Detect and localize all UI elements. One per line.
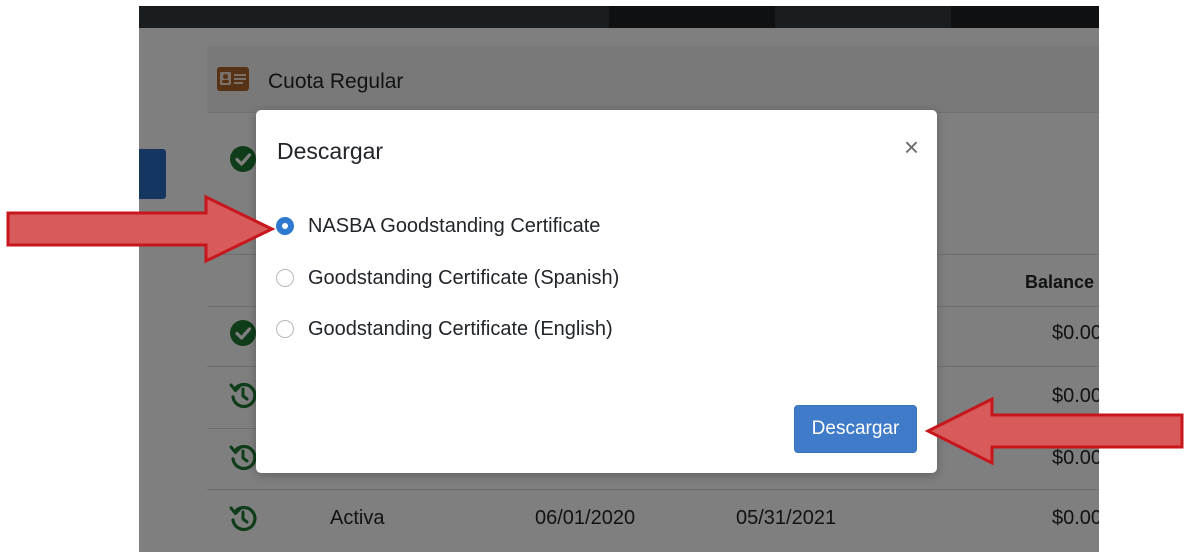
radio-button[interactable]: [276, 269, 294, 287]
option-spanish-certificate[interactable]: Goodstanding Certificate (Spanish): [276, 266, 619, 290]
option-label: NASBA Goodstanding Certificate: [308, 214, 601, 237]
download-button[interactable]: Descargar: [794, 405, 917, 453]
arrow-left-icon: [924, 396, 1184, 466]
close-button[interactable]: ×: [904, 134, 919, 160]
option-nasba-certificate[interactable]: NASBA Goodstanding Certificate: [276, 214, 600, 238]
option-label: Goodstanding Certificate (English): [308, 317, 613, 340]
radio-button[interactable]: [276, 320, 294, 338]
option-label: Goodstanding Certificate (Spanish): [308, 266, 620, 289]
modal-title: Descargar: [277, 138, 384, 164]
option-english-certificate[interactable]: Goodstanding Certificate (English): [276, 317, 613, 341]
download-modal: Descargar × NASBA Goodstanding Certifica…: [256, 110, 937, 473]
arrow-right-icon: [6, 194, 276, 264]
radio-button[interactable]: [276, 217, 294, 235]
